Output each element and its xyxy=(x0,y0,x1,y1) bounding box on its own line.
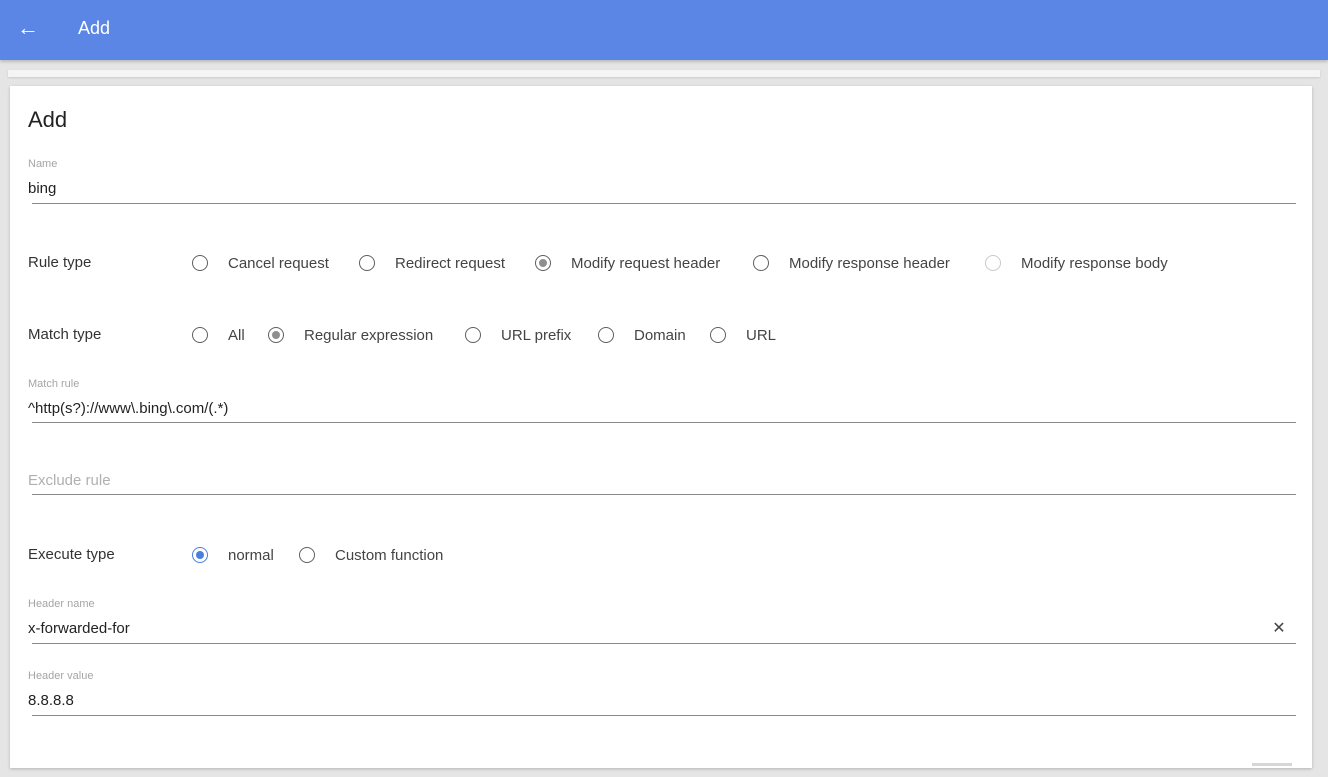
execute-type-label: Execute type xyxy=(28,546,115,563)
match-type-url[interactable]: URL xyxy=(710,324,776,346)
match-rule-input[interactable] xyxy=(28,398,1268,418)
radio-unchecked-icon xyxy=(598,327,614,343)
radio-label: URL prefix xyxy=(501,326,572,344)
content-divider xyxy=(8,70,1320,77)
app-bar: ← Add xyxy=(0,0,1328,60)
header-name-underline xyxy=(32,643,1296,644)
execute-type-normal[interactable]: normal xyxy=(192,544,274,566)
header-name-field: Header name ✕ xyxy=(28,598,1296,648)
exclude-rule-field xyxy=(28,470,1296,500)
match-type-group: Match type All Regular expression URL pr… xyxy=(28,324,1288,346)
execute-type-custom-function[interactable]: Custom function xyxy=(299,544,443,566)
radio-label: All xyxy=(228,326,245,344)
rule-type-label: Rule type xyxy=(28,254,92,271)
radio-unchecked-icon xyxy=(710,327,726,343)
radio-label: Domain xyxy=(634,326,686,344)
exclude-rule-underline xyxy=(32,494,1296,495)
add-rule-card: Add Name Rule type Cancel request Redire… xyxy=(10,86,1312,768)
radio-unchecked-icon xyxy=(465,327,481,343)
radio-label: Regular expression xyxy=(304,326,434,344)
radio-label: Cancel request xyxy=(228,254,329,272)
app-bar-title: Add xyxy=(78,18,111,38)
match-rule-field-label: Match rule xyxy=(28,378,80,390)
radio-unchecked-icon xyxy=(985,255,1001,271)
match-rule-field: Match rule xyxy=(28,378,1296,428)
radio-label: Modify response header xyxy=(789,254,950,272)
card-title: Add xyxy=(28,107,68,132)
rule-type-modify-response-header[interactable]: Modify response header xyxy=(753,252,950,274)
radio-unchecked-icon xyxy=(192,327,208,343)
execute-type-group: Execute type normal Custom function xyxy=(28,544,1288,566)
radio-label: Redirect request xyxy=(395,254,506,272)
radio-label: Modify request header xyxy=(571,254,721,272)
match-type-url-prefix[interactable]: URL prefix xyxy=(465,324,571,346)
header-value-input[interactable] xyxy=(28,690,1268,710)
header-value-underline xyxy=(32,715,1296,716)
radio-label: Custom function xyxy=(335,546,444,564)
name-input[interactable] xyxy=(28,178,1268,198)
rule-type-modify-response-body[interactable]: Modify response body xyxy=(985,252,1168,274)
rule-type-redirect-request[interactable]: Redirect request xyxy=(359,252,505,274)
name-field: Name xyxy=(28,158,1296,208)
radio-checked-icon xyxy=(535,255,551,271)
radio-unchecked-icon xyxy=(192,255,208,271)
rule-type-group: Rule type Cancel request Redirect reques… xyxy=(28,252,1288,274)
radio-checked-icon xyxy=(192,547,208,563)
match-type-label: Match type xyxy=(28,326,102,343)
card-bottom-edge xyxy=(1252,763,1292,766)
rule-type-modify-request-header[interactable]: Modify request header xyxy=(535,252,720,274)
header-name-field-label: Header name xyxy=(28,598,95,610)
match-type-regular-expression[interactable]: Regular expression xyxy=(268,324,433,346)
radio-label: Modify response body xyxy=(1021,254,1168,272)
name-underline xyxy=(32,203,1296,204)
header-value-field-label: Header value xyxy=(28,670,94,682)
radio-unchecked-icon xyxy=(753,255,769,271)
exclude-rule-input[interactable] xyxy=(28,470,1268,490)
header-name-input[interactable] xyxy=(28,618,1268,638)
radio-label: URL xyxy=(746,326,777,344)
radio-unchecked-icon xyxy=(299,547,315,563)
rule-type-cancel-request[interactable]: Cancel request xyxy=(192,252,329,274)
back-arrow-icon[interactable]: ← xyxy=(14,16,42,40)
match-rule-underline xyxy=(32,422,1296,423)
clear-icon[interactable]: ✕ xyxy=(1270,619,1288,637)
match-type-domain[interactable]: Domain xyxy=(598,324,686,346)
header-value-field: Header value xyxy=(28,670,1296,720)
radio-unchecked-icon xyxy=(359,255,375,271)
match-type-all[interactable]: All xyxy=(192,324,245,346)
name-field-label: Name xyxy=(28,158,58,170)
radio-checked-icon xyxy=(268,327,284,343)
radio-label: normal xyxy=(228,546,274,564)
